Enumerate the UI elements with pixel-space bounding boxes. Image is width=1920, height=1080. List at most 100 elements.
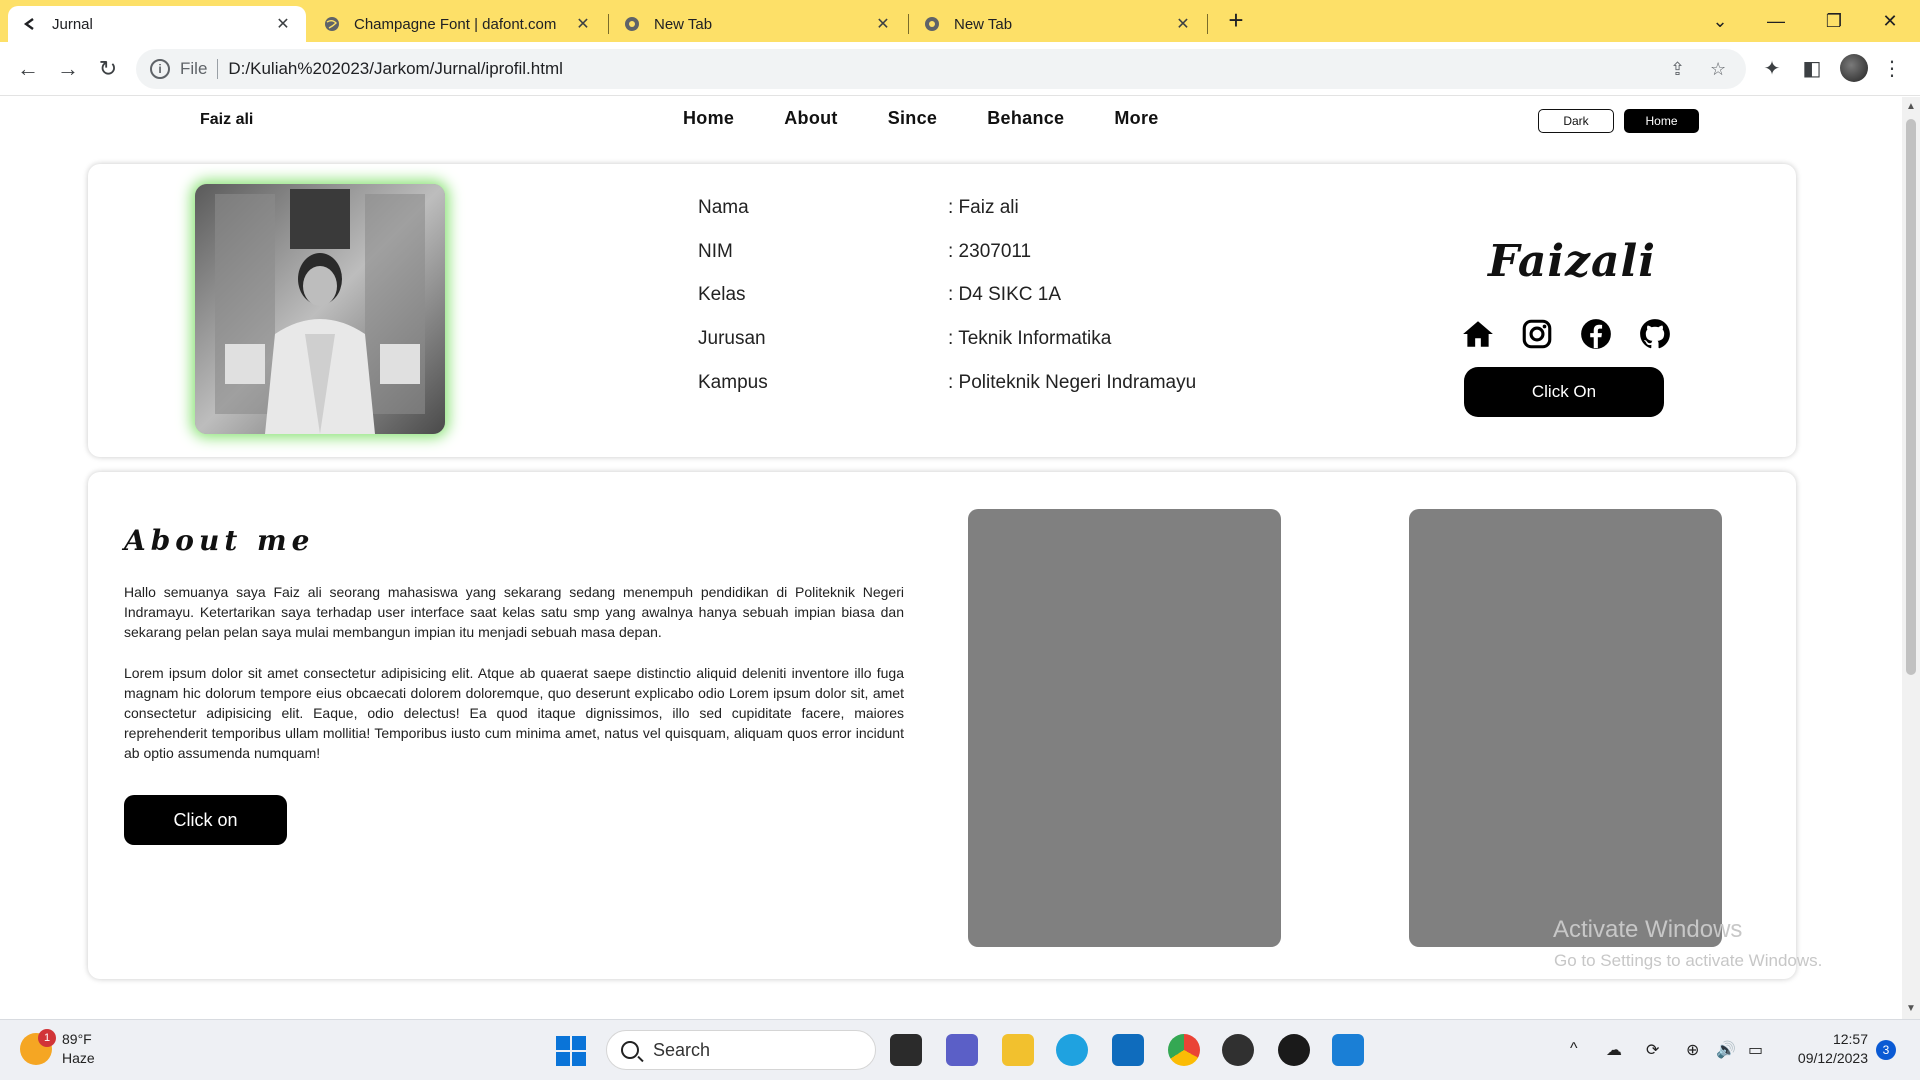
forward-button[interactable]: →: [54, 55, 82, 83]
menu-behance[interactable]: Behance: [987, 108, 1064, 129]
scheme-label: File: [180, 59, 208, 78]
close-icon[interactable]: ✕: [274, 14, 292, 34]
home-button[interactable]: Home: [1624, 109, 1699, 133]
system-clock[interactable]: 12:57 09/12/2023: [1788, 1030, 1868, 1068]
tab-jurnal[interactable]: Jurnal ✕: [8, 6, 306, 42]
info-label: Kampus: [698, 372, 768, 393]
instagram-icon[interactable]: [1520, 317, 1554, 351]
battery-icon[interactable]: ▭: [1748, 1040, 1763, 1060]
facebook-icon[interactable]: [1579, 317, 1613, 351]
side-panel-icon[interactable]: ◧: [1798, 55, 1826, 83]
menu-more[interactable]: More: [1114, 108, 1158, 129]
window-close-button[interactable]: ✕: [1862, 4, 1918, 38]
share-icon[interactable]: ⇪: [1670, 59, 1685, 80]
reload-button[interactable]: ↻: [94, 55, 122, 83]
weather-widget[interactable]: 1 89°F Haze: [20, 1029, 95, 1068]
file-explorer-icon[interactable]: [1002, 1034, 1034, 1066]
task-view-icon[interactable]: [890, 1034, 922, 1066]
back-button[interactable]: ←: [14, 55, 42, 83]
profile-photo-image: [195, 184, 445, 434]
home-icon[interactable]: [1461, 317, 1495, 351]
inkscape-icon[interactable]: [1278, 1034, 1310, 1066]
info-value: : 2307011: [948, 241, 1032, 262]
menu-home[interactable]: Home: [683, 108, 734, 129]
tab-new-2[interactable]: New Tab ✕: [910, 6, 1206, 42]
tab-dafont[interactable]: Champagne Font | dafont.com ✕: [310, 6, 606, 42]
search-icon: [621, 1041, 639, 1059]
info-row-kampus: Kampus : Politeknik Negeri Indramayu: [698, 372, 1196, 394]
media-player-icon[interactable]: [1222, 1034, 1254, 1066]
info-value: : Politeknik Negeri Indramayu: [948, 372, 1197, 393]
close-icon[interactable]: ✕: [574, 14, 592, 34]
info-value: : D4 SIKC 1A: [948, 284, 1061, 305]
tab-separator: [608, 14, 609, 34]
volume-icon[interactable]: 🔊: [1716, 1040, 1736, 1060]
profile-card: Nama : Faiz ali NIM : 2307011 Kelas : D4…: [88, 164, 1796, 457]
click-on-button[interactable]: Click On: [1464, 367, 1664, 417]
about-card: About me Hallo semuanya saya Faiz ali se…: [88, 472, 1796, 979]
site-menu: Home About Since Behance More: [683, 108, 1159, 129]
sync-icon[interactable]: ⟳: [1646, 1040, 1659, 1060]
tab-strip: Jurnal ✕ Champagne Font | dafont.com ✕ N…: [0, 0, 1920, 42]
kebab-menu-icon[interactable]: ⋮: [1878, 55, 1906, 83]
site-brand[interactable]: Faiz ali: [200, 111, 253, 129]
taskbar-search[interactable]: Search: [606, 1030, 876, 1070]
teams-chat-icon[interactable]: [946, 1034, 978, 1066]
tab-new-1[interactable]: New Tab ✕: [610, 6, 906, 42]
notification-badge[interactable]: 3: [1876, 1040, 1896, 1060]
info-label: Jurusan: [698, 328, 766, 349]
info-row-jurusan: Jurusan : Teknik Informatika: [698, 328, 1111, 350]
windows-taskbar: 1 89°F Haze Search ^ ☁ ⟳ ⊕ 🔊 ▭ 12:57 09/…: [0, 1019, 1920, 1080]
dark-mode-button[interactable]: Dark: [1538, 109, 1614, 133]
profile-avatar[interactable]: [1840, 54, 1868, 82]
globe-icon: [325, 17, 339, 31]
chevron-up-icon[interactable]: ^: [1570, 1040, 1578, 1058]
restore-button[interactable]: ❐: [1806, 4, 1862, 38]
weather-sun-icon: 1: [20, 1029, 56, 1065]
tab-title: New Tab: [954, 15, 1013, 33]
info-value: : Teknik Informatika: [948, 328, 1112, 349]
page-scrollbar[interactable]: ▲ ▼: [1902, 97, 1920, 1019]
info-row-nama: Nama : Faiz ali: [698, 197, 1019, 219]
omnibox-divider: [217, 59, 219, 79]
browser-toolbar: ← → ↻ i File D:/Kuliah%202023/Jarkom/Jur…: [0, 42, 1920, 96]
github-icon[interactable]: [1638, 317, 1672, 351]
about-paragraph-2: Lorem ipsum dolor sit amet consectetur a…: [124, 665, 904, 761]
close-icon[interactable]: ✕: [874, 14, 892, 34]
mail-icon[interactable]: [1112, 1034, 1144, 1066]
edge-browser-icon[interactable]: [1056, 1034, 1088, 1066]
tab-search-chevron-icon[interactable]: ⌄: [1692, 4, 1748, 38]
network-globe-icon[interactable]: ⊕: [1686, 1040, 1699, 1060]
new-tab-button[interactable]: +: [1222, 6, 1250, 34]
profile-photo: [195, 184, 445, 434]
url-text[interactable]: D:/Kuliah%202023/Jarkom/Jurnal/iprofil.h…: [228, 59, 563, 79]
menu-since[interactable]: Since: [888, 108, 938, 129]
activate-windows-subtitle: Go to Settings to activate Windows.: [1554, 951, 1823, 970]
minimize-button[interactable]: —: [1748, 4, 1804, 38]
image-placeholder-2: [1409, 509, 1722, 947]
info-row-kelas: Kelas : D4 SIKC 1A: [698, 284, 1061, 306]
windows-start-icon[interactable]: [556, 1036, 586, 1066]
vscode-icon[interactable]: [1332, 1034, 1364, 1066]
close-icon[interactable]: ✕: [1174, 14, 1192, 34]
info-label: Nama: [698, 197, 749, 218]
chrome-icon: [625, 17, 639, 31]
onedrive-cloud-icon[interactable]: ☁: [1606, 1040, 1622, 1060]
scroll-down-arrow-icon[interactable]: ▼: [1906, 1003, 1916, 1014]
menu-about[interactable]: About: [784, 108, 837, 129]
bookmark-star-icon[interactable]: ☆: [1710, 59, 1726, 80]
tab-title: Jurnal: [52, 15, 93, 33]
scroll-up-arrow-icon[interactable]: ▲: [1906, 101, 1916, 112]
weather-badge: 1: [38, 1029, 56, 1047]
info-label: Kelas: [698, 284, 746, 305]
about-click-on-button[interactable]: Click on: [124, 795, 287, 845]
clock-time: 12:57: [1832, 1031, 1868, 1047]
about-paragraph-1: Hallo semuanya saya Faiz ali seorang mah…: [124, 584, 904, 640]
info-row-nim: NIM : 2307011: [698, 241, 1031, 263]
chrome-taskbar-icon[interactable]: [1168, 1034, 1200, 1066]
info-icon[interactable]: i: [150, 59, 170, 79]
scroll-thumb[interactable]: [1906, 119, 1916, 675]
weather-desc: Haze: [62, 1050, 95, 1066]
address-bar[interactable]: i File D:/Kuliah%202023/Jarkom/Jurnal/ip…: [136, 49, 1746, 89]
extensions-puzzle-icon[interactable]: ✦: [1758, 55, 1786, 83]
